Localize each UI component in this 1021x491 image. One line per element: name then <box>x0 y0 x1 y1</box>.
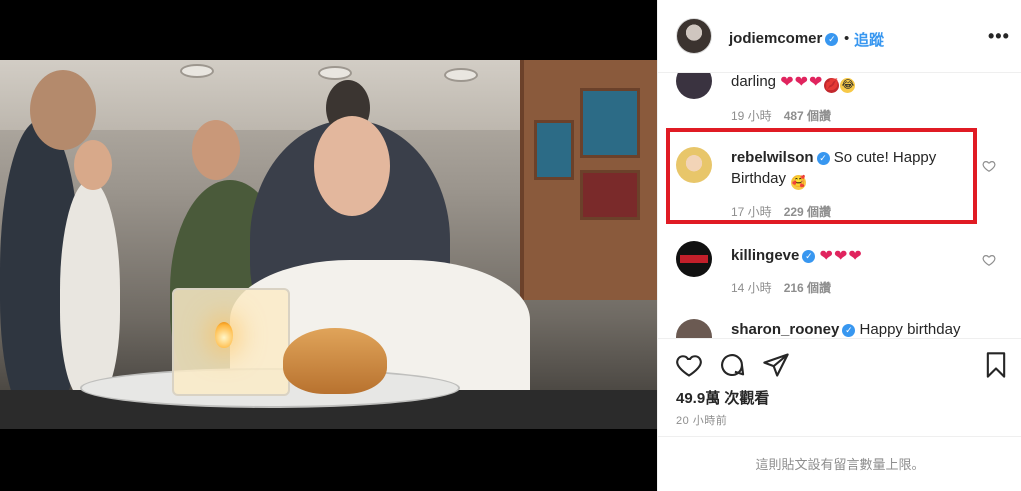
bookmark-icon[interactable] <box>982 351 1010 379</box>
heart-icon[interactable] <box>675 351 703 379</box>
post-actions: 49.9萬 次觀看 20 小時前 這則貼文設有留言數量上限。 <box>658 338 1021 491</box>
verified-badge-icon: ✓ <box>842 324 856 337</box>
comment-icon[interactable] <box>718 351 746 379</box>
comment-username[interactable]: sharon_rooney <box>731 321 839 338</box>
avatar[interactable] <box>676 73 712 99</box>
post-time[interactable]: 20 小時前 <box>676 412 727 428</box>
more-options-icon[interactable]: ••• <box>988 26 1010 47</box>
verified-badge-icon: ✓ <box>802 250 816 263</box>
heart-icon[interactable] <box>982 253 996 267</box>
comment-time[interactable]: 19 小時 <box>731 109 772 123</box>
heart-icon[interactable] <box>982 159 996 173</box>
instagram-post-view: jodiemcomer ✓ • 追蹤 ••• darling ❤❤❤ 💋 😂 19 小… <box>0 0 1021 491</box>
comment-text: darling <box>731 73 777 90</box>
comments-limited-notice: 這則貼文設有留言數量上限。 <box>658 436 1021 491</box>
avatar[interactable] <box>676 319 712 338</box>
avatar[interactable] <box>676 241 712 277</box>
comment-likes[interactable]: 216 個讚 <box>784 281 831 295</box>
comment-text: Happy birthday <box>859 321 961 338</box>
croissant <box>283 328 387 394</box>
share-icon[interactable] <box>762 351 790 379</box>
post-side-panel: jodiemcomer ✓ • 追蹤 ••• darling ❤❤❤ 💋 😂 19 小… <box>657 0 1021 491</box>
comment-likes[interactable]: 487 個讚 <box>784 109 831 123</box>
separator-dot: • <box>844 30 850 47</box>
video-player[interactable] <box>0 0 657 491</box>
comment-username[interactable]: killingeve <box>731 247 799 264</box>
heart-emoji: ❤❤❤ <box>780 74 824 91</box>
highlight-box <box>666 128 977 224</box>
comment-text: ❤❤❤ <box>819 248 863 265</box>
view-count[interactable]: 49.9萬 次觀看 <box>676 387 769 408</box>
follow-button[interactable]: 追蹤 <box>854 29 884 50</box>
post-username[interactable]: jodiemcomer ✓ <box>729 30 839 47</box>
verified-badge-icon: ✓ <box>825 33 839 46</box>
comment-time[interactable]: 14 小時 <box>731 281 772 295</box>
lips-emoji-icon: 💋 <box>824 78 840 93</box>
laughing-emoji-icon: 😂 <box>840 78 856 93</box>
video-frame <box>0 60 657 429</box>
avatar[interactable] <box>676 18 712 54</box>
post-header: jodiemcomer ✓ • 追蹤 ••• <box>658 0 1021 73</box>
